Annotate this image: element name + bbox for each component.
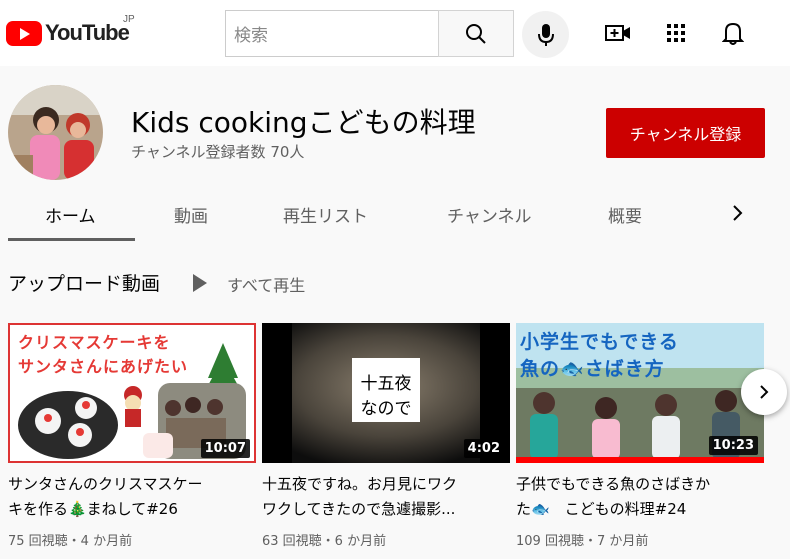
tab-channels[interactable]: チャンネル [447, 202, 532, 227]
search-button[interactable] [438, 10, 514, 57]
video-title-line2: ワクしてきたので急遽撮影... [262, 500, 456, 518]
shelf-next-button[interactable] [741, 369, 787, 415]
video-title-line2: た🐟 こどもの料理#24 [516, 500, 687, 518]
thumbnail-caption-line2: なので [360, 399, 412, 419]
video-title-line1: サンタさんのクリスマスケー [8, 475, 203, 493]
video-title-line1: 十五夜ですね。お月見にワク [262, 475, 458, 493]
masthead: YouTube JP 検索 [0, 0, 790, 66]
shelf-title[interactable]: アップロード動画 [8, 269, 160, 296]
video-thumbnail[interactable]: 小学生でもできる 魚の🐟さばき方 10:23 [516, 323, 764, 463]
search-input[interactable]: 検索 [225, 10, 438, 57]
thumbnail-caption-line2: サンタさんにあげたい [18, 357, 189, 376]
subscribe-button[interactable]: チャンネル登録 [606, 108, 765, 158]
tab-home[interactable]: ホーム [45, 202, 96, 227]
video-thumbnail[interactable]: 十五夜 なので 4:02 [262, 323, 510, 463]
video-duration: 10:07 [200, 439, 250, 458]
microphone-icon [537, 23, 554, 46]
thumbnail-caption-line2: 魚の🐟さばき方 [520, 358, 665, 380]
tab-playlists[interactable]: 再生リスト [283, 202, 368, 227]
play-all-button[interactable]: すべて再生 [227, 272, 305, 296]
thumbnail-text: 小学生でもできる 魚の🐟さばき方 [520, 327, 760, 381]
avatar-image [8, 85, 103, 180]
thumbnail-caption-line1: クリスマスケーキを [18, 333, 171, 352]
logo-region: JP [123, 14, 135, 25]
video-duration: 10:23 [708, 436, 758, 455]
video-duration: 4:02 [463, 439, 504, 458]
youtube-logo[interactable]: YouTube JP [6, 14, 135, 46]
channel-name: Kids cookingこどもの料理 [131, 106, 476, 139]
notifications-button[interactable] [720, 20, 746, 46]
chevron-right-icon [760, 385, 769, 399]
thumbnail-caption-line1: 小学生でもできる [520, 331, 679, 353]
play-icon[interactable] [193, 274, 207, 292]
tabs-scroll-right-button[interactable] [728, 203, 748, 223]
video-title[interactable]: 十五夜ですね。お月見にワク ワクしてきたので急遽撮影... [262, 472, 510, 522]
thumbnail-text: クリスマスケーキを サンタさんにあげたい [18, 329, 248, 377]
bell-icon [722, 22, 744, 45]
channel-avatar[interactable] [8, 85, 103, 180]
video-thumbnail[interactable]: クリスマスケーキを サンタさんにあげたい 10:07 [8, 323, 256, 463]
tab-videos[interactable]: 動画 [174, 202, 208, 227]
apps-grid-icon [667, 24, 685, 42]
video-meta: 109 回視聴・7 か月前 [516, 534, 649, 549]
video-title[interactable]: 子供でもできる魚のさばきか た🐟 こどもの料理#24 [516, 472, 764, 522]
video-add-icon [605, 25, 630, 41]
video-meta: 75 回視聴・4 か月前 [8, 534, 133, 549]
video-title[interactable]: サンタさんのクリスマスケー キを作る🎄まねして#26 [8, 472, 256, 522]
create-video-button[interactable] [605, 20, 631, 46]
youtube-play-icon [6, 20, 42, 46]
thumbnail-caption-line1: 十五夜 [360, 374, 412, 394]
video-meta: 63 回視聴・6 か月前 [262, 534, 387, 549]
apps-button[interactable] [663, 20, 689, 46]
logo-text: YouTube [45, 20, 130, 45]
video-title-line2: キを作る🎄まねして#26 [8, 500, 178, 518]
chevron-right-icon [733, 205, 743, 221]
subscriber-count: チャンネル登録者数 70人 [131, 143, 305, 161]
voice-search-button[interactable] [522, 11, 569, 58]
video-title-line1: 子供でもできる魚のさばきか [516, 475, 711, 493]
thumbnail-text: 十五夜 なので [352, 369, 420, 419]
search-icon [466, 23, 486, 44]
tab-about[interactable]: 概要 [608, 202, 642, 227]
